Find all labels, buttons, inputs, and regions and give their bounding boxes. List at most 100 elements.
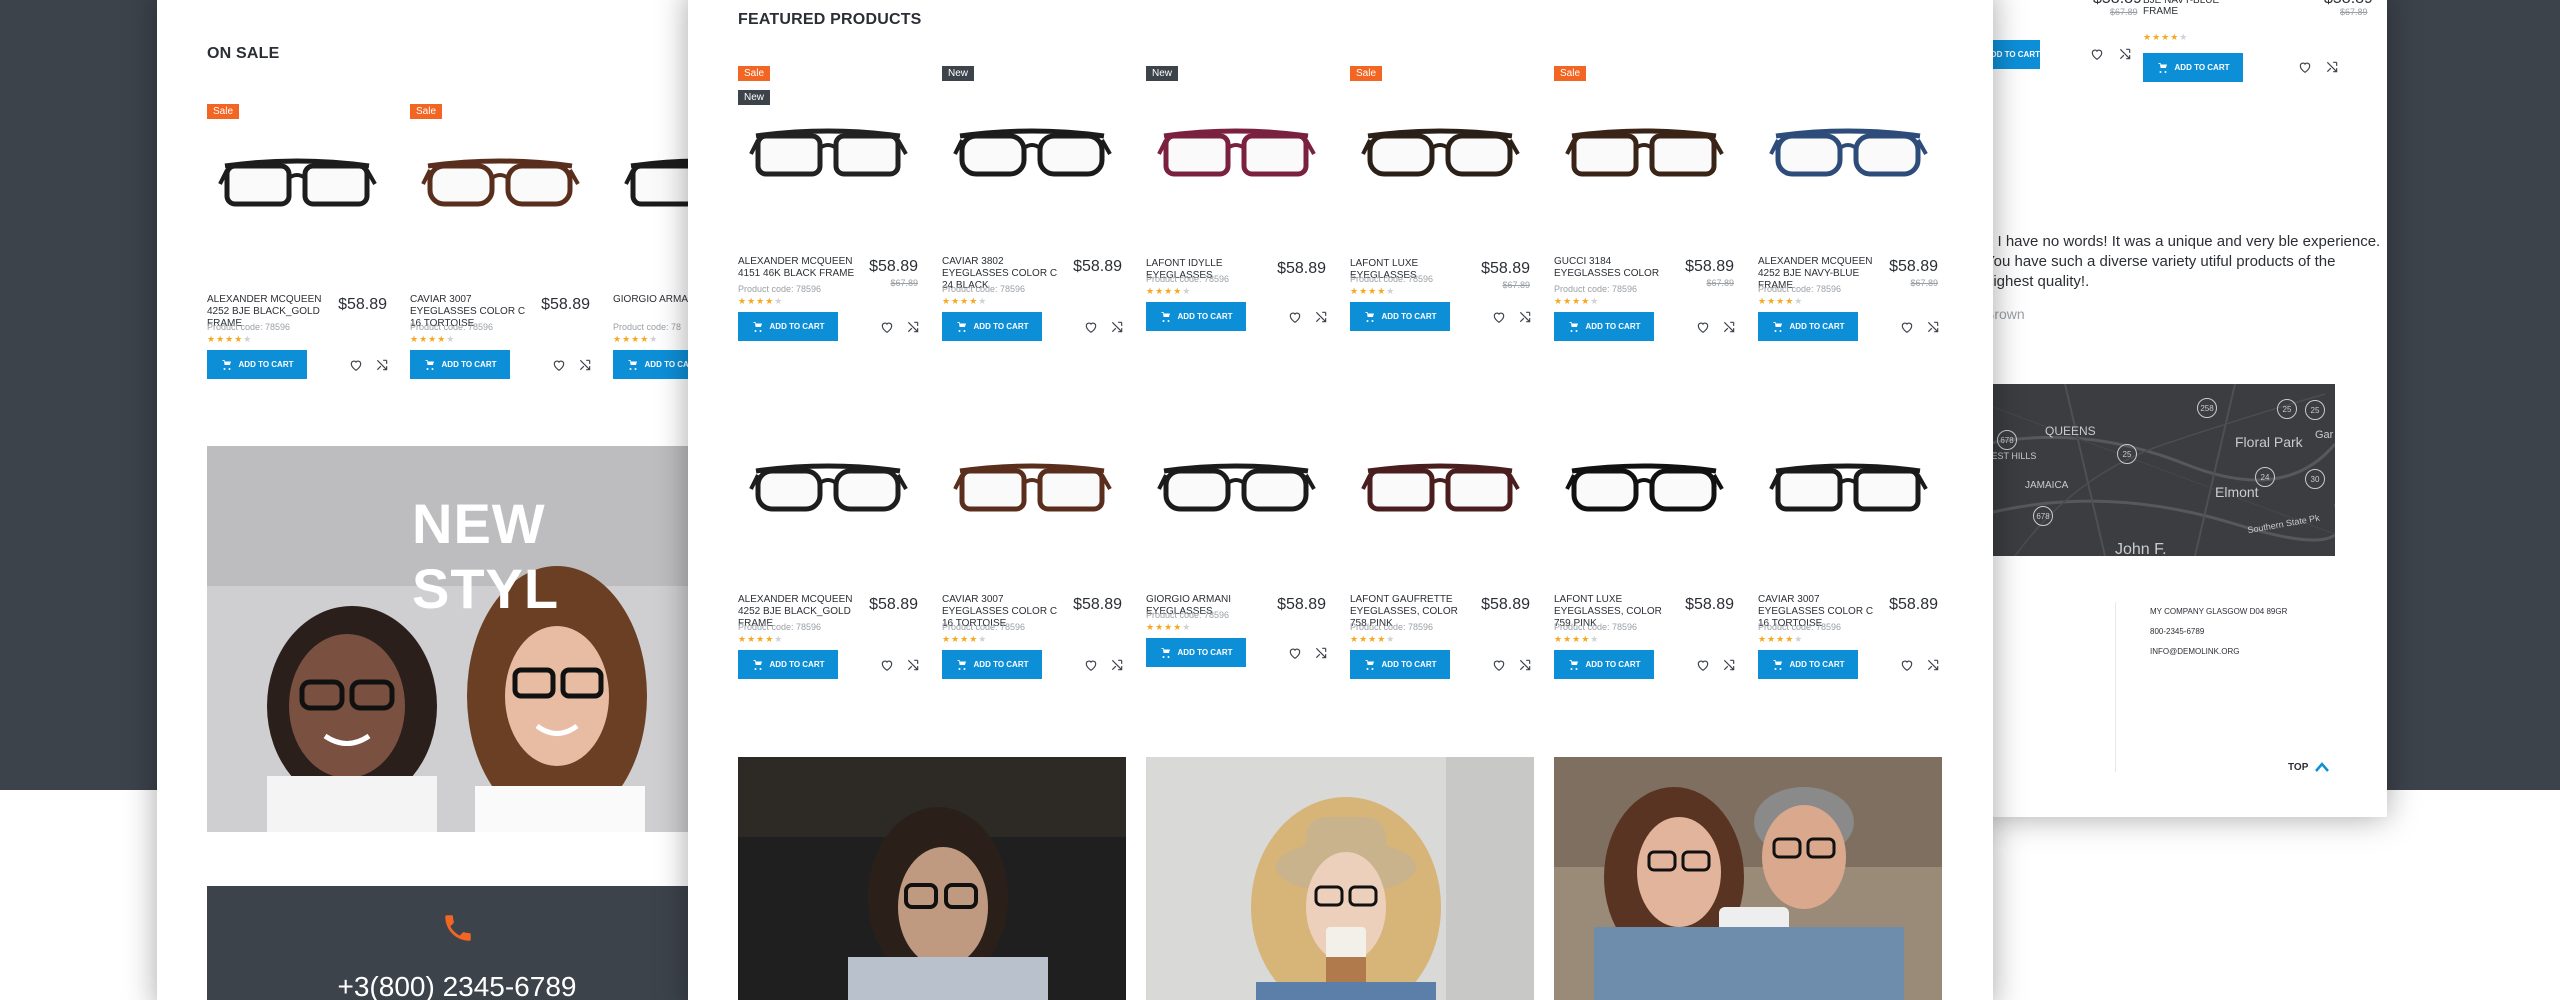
product-name[interactable]: GIORGIO ARMANI E <box>613 294 697 306</box>
phone-number[interactable]: +3(800) 2345-6789 <box>207 971 697 1000</box>
contact-address: MY COMPANY GLASGOW D04 89GR <box>2150 607 2288 616</box>
map-road-marker: 25 <box>2117 444 2137 464</box>
compare-icon[interactable] <box>1314 310 1328 324</box>
product-image[interactable] <box>1564 114 1724 194</box>
compare-icon[interactable] <box>906 320 920 334</box>
product-image[interactable] <box>1360 449 1520 529</box>
compare-icon[interactable] <box>375 358 389 372</box>
add-to-cart-button[interactable]: ADD TO CART <box>1554 312 1654 341</box>
product-image[interactable] <box>1768 114 1928 194</box>
product-image[interactable] <box>623 144 697 224</box>
product-card[interactable]: CAVIAR 3007 EYEGLASSES COLOR C 16 TORTOI… <box>1758 404 1940 724</box>
sale-badge: Sale <box>1554 66 1587 81</box>
add-to-cart-button[interactable]: ADD TO CART <box>1146 302 1246 331</box>
add-to-cart-button[interactable]: ADD TO CART <box>738 312 838 341</box>
wishlist-icon[interactable] <box>2298 60 2312 74</box>
product-card[interactable]: Sale LAFONT LUXE EYEGLASSES $58.89 $67.89 P… <box>1350 66 1532 386</box>
add-to-cart-button[interactable]: ADD TO CART <box>613 350 697 379</box>
add-to-cart-button[interactable]: ADD TO CART <box>1758 650 1858 679</box>
right-add-to-cart[interactable]: ADD TO CART <box>2143 53 2243 82</box>
product-image[interactable] <box>748 449 908 529</box>
right-old-price-1: $67.89 <box>2110 7 2138 17</box>
product-image[interactable] <box>952 449 1112 529</box>
compare-icon[interactable] <box>1110 658 1124 672</box>
product-card[interactable]: Sale GUCCI 3184 EYEGLASSES COLOR $58.89 $6… <box>1554 66 1736 386</box>
add-to-cart-button[interactable]: ADD TO CART <box>1758 312 1858 341</box>
product-image[interactable] <box>1564 449 1724 529</box>
back-to-top-link[interactable]: TOP <box>2288 761 2330 773</box>
chevron-up-icon <box>2315 762 2330 772</box>
product-name[interactable]: ALEXANDER MCQUEEN 4151 46K BLACK FRAME <box>738 256 863 280</box>
product-image[interactable] <box>420 144 580 224</box>
banner-title: NEW STYL <box>412 492 560 620</box>
add-to-cart-button[interactable]: ADD TO CART <box>1350 302 1450 331</box>
product-image[interactable] <box>1768 449 1928 529</box>
product-image[interactable] <box>1156 449 1316 529</box>
compare-icon[interactable] <box>1518 310 1532 324</box>
wishlist-icon[interactable] <box>1084 658 1098 672</box>
compare-icon[interactable] <box>1926 320 1940 334</box>
product-card[interactable]: ALEXANDER MCQUEEN 4252 BJE BLACK_GOLD FR… <box>738 404 920 724</box>
contact-phone[interactable]: 800-2345-6789 <box>2150 627 2204 636</box>
product-card[interactable]: CAVIAR 3007 EYEGLASSES COLOR C 16 TORTOI… <box>942 404 1124 724</box>
product-image[interactable] <box>748 114 908 194</box>
wishlist-icon[interactable] <box>880 320 894 334</box>
rating-stars: ★★★★★ <box>410 334 456 344</box>
wishlist-icon[interactable] <box>1696 320 1710 334</box>
right-add-to-cart-partial[interactable]: ADD TO CART <box>1985 40 2040 69</box>
product-card[interactable]: New LAFONT IDYLLE EYEGLASSES $58.89 Produc… <box>1146 66 1328 386</box>
product-card[interactable]: LAFONT LUXE EYEGLASSES, COLOR 759 PINK $5… <box>1554 404 1736 724</box>
wishlist-icon[interactable] <box>1696 658 1710 672</box>
location-map[interactable]: QUEENS Floral Park Elmont JAMAICA John F… <box>1985 384 2335 556</box>
compare-icon[interactable] <box>1110 320 1124 334</box>
wishlist-icon[interactable] <box>1900 320 1914 334</box>
product-image[interactable] <box>1156 114 1316 194</box>
compare-icon[interactable] <box>2325 60 2339 74</box>
wishlist-icon[interactable] <box>552 358 566 372</box>
product-image[interactable] <box>217 144 377 224</box>
product-card[interactable]: Sale New ALEXANDER MCQUEEN 4151 46K BLACK… <box>738 66 920 386</box>
product-card[interactable]: ALEXANDER MCQUEEN 4252 BJE BLACK_GOLD FR… <box>207 104 389 424</box>
compare-icon[interactable] <box>1722 320 1736 334</box>
product-card[interactable]: LAFONT GAUFRETTE EYEGLASSES, COLOR 758 P… <box>1350 404 1532 724</box>
add-to-cart-button[interactable]: ADD TO CART <box>942 650 1042 679</box>
rating-stars: ★★★★★ <box>1350 286 1396 296</box>
compare-icon[interactable] <box>1518 658 1532 672</box>
compare-icon[interactable] <box>578 358 592 372</box>
lifestyle-photo-woman <box>1146 757 1534 1000</box>
add-to-cart-button[interactable]: ADD TO CART <box>738 650 838 679</box>
add-to-cart-button[interactable]: ADD TO CART <box>1146 638 1246 667</box>
add-to-cart-button[interactable]: ADD TO CART <box>410 350 510 379</box>
product-image[interactable] <box>952 114 1112 194</box>
product-image[interactable] <box>1360 114 1520 194</box>
product-card[interactable]: GIORGIO ARMANI E Product code: 78 ★★★★★ ADD… <box>613 104 697 424</box>
wishlist-icon[interactable] <box>1288 646 1302 660</box>
product-code: Product code: 78596 <box>942 284 1026 294</box>
product-name[interactable]: GUCCI 3184 EYEGLASSES COLOR <box>1554 256 1679 280</box>
wishlist-icon[interactable] <box>880 658 894 672</box>
wishlist-icon[interactable] <box>1084 320 1098 334</box>
compare-icon[interactable] <box>1926 658 1940 672</box>
compare-icon[interactable] <box>906 658 920 672</box>
add-to-cart-button[interactable]: ADD TO CART <box>942 312 1042 341</box>
wishlist-icon[interactable] <box>349 358 363 372</box>
compare-icon[interactable] <box>1722 658 1736 672</box>
product-card[interactable]: GIORGIO ARMANI EYEGLASSES $58.89 Product c… <box>1146 404 1328 724</box>
wishlist-icon[interactable] <box>1288 310 1302 324</box>
wishlist-icon[interactable] <box>1492 658 1506 672</box>
product-card[interactable]: New CAVIAR 3802 EYEGLASSES COLOR C 24 BL… <box>942 66 1124 386</box>
compare-icon[interactable] <box>1314 646 1328 660</box>
product-card[interactable]: CAVIAR 3007 EYEGLASSES COLOR C 16 TORTOI… <box>410 104 592 424</box>
add-to-cart-button[interactable]: ADD TO CART <box>1554 650 1654 679</box>
product-old-price: $67.89 <box>890 278 918 288</box>
add-to-cart-button[interactable]: ADD TO CART <box>207 350 307 379</box>
contact-email[interactable]: INFO@DEMOLINK.ORG <box>2150 647 2239 656</box>
add-to-cart-button[interactable]: ADD TO CART <box>1350 650 1450 679</box>
wishlist-icon[interactable] <box>2090 47 2104 61</box>
rating-stars: ★★★★★ <box>1146 286 1192 296</box>
wishlist-icon[interactable] <box>1900 658 1914 672</box>
product-card[interactable]: ALEXANDER MCQUEEN 4252 BJE NAVY-BLUE FRA… <box>1758 66 1940 386</box>
compare-icon[interactable] <box>2118 47 2132 61</box>
new-style-banner[interactable]: NEW STYL <box>207 446 697 832</box>
wishlist-icon[interactable] <box>1492 310 1506 324</box>
